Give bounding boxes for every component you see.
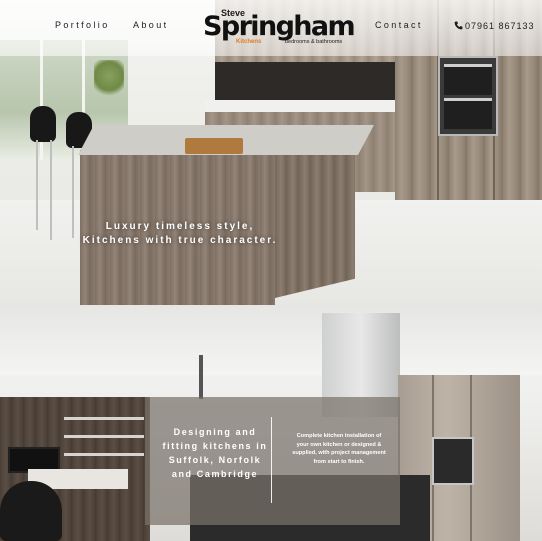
pendant-lamp <box>199 355 203 399</box>
panel-divider <box>271 417 272 503</box>
ceiling <box>0 305 542 375</box>
logo[interactable]: Steve Springham Kitchens bedrooms & bath… <box>203 6 356 48</box>
site-header: Portfolio About Steve Springham Kitchens… <box>0 0 542 56</box>
built-in-oven <box>432 437 474 485</box>
nav-portfolio[interactable]: Portfolio <box>55 20 110 30</box>
logo-brand: Springham <box>203 11 356 42</box>
splashback <box>215 62 395 100</box>
tray <box>185 138 243 154</box>
built-in-ovens <box>438 56 498 136</box>
phone-icon <box>454 21 463 30</box>
nav-about[interactable]: About <box>133 20 169 30</box>
lounge-chair <box>0 481 62 541</box>
island-side <box>275 138 355 298</box>
services-description: Complete kitchen installation of your ow… <box>292 433 386 465</box>
plant <box>94 60 124 100</box>
nav-contact[interactable]: Contact <box>375 20 423 30</box>
hero-tagline-line1: Luxury timeless style, <box>105 221 255 232</box>
bar-stool <box>30 106 56 142</box>
phone-link[interactable]: 07961 867133 <box>454 21 535 31</box>
logo-tagline: bedrooms & bathrooms <box>285 39 343 45</box>
hero-tagline-line2: Kitchens with true character. <box>82 235 278 246</box>
logo-kitchens: Kitchens <box>236 39 262 45</box>
hero-tagline: Luxury timeless style, Kitchens with tru… <box>80 220 280 248</box>
services-heading: Designing and fitting kitchens in Suffol… <box>162 427 268 479</box>
services-panel: Designing and fitting kitchens in Suffol… <box>145 397 400 525</box>
back-counter <box>205 100 395 112</box>
phone-number: 07961 867133 <box>465 21 535 31</box>
